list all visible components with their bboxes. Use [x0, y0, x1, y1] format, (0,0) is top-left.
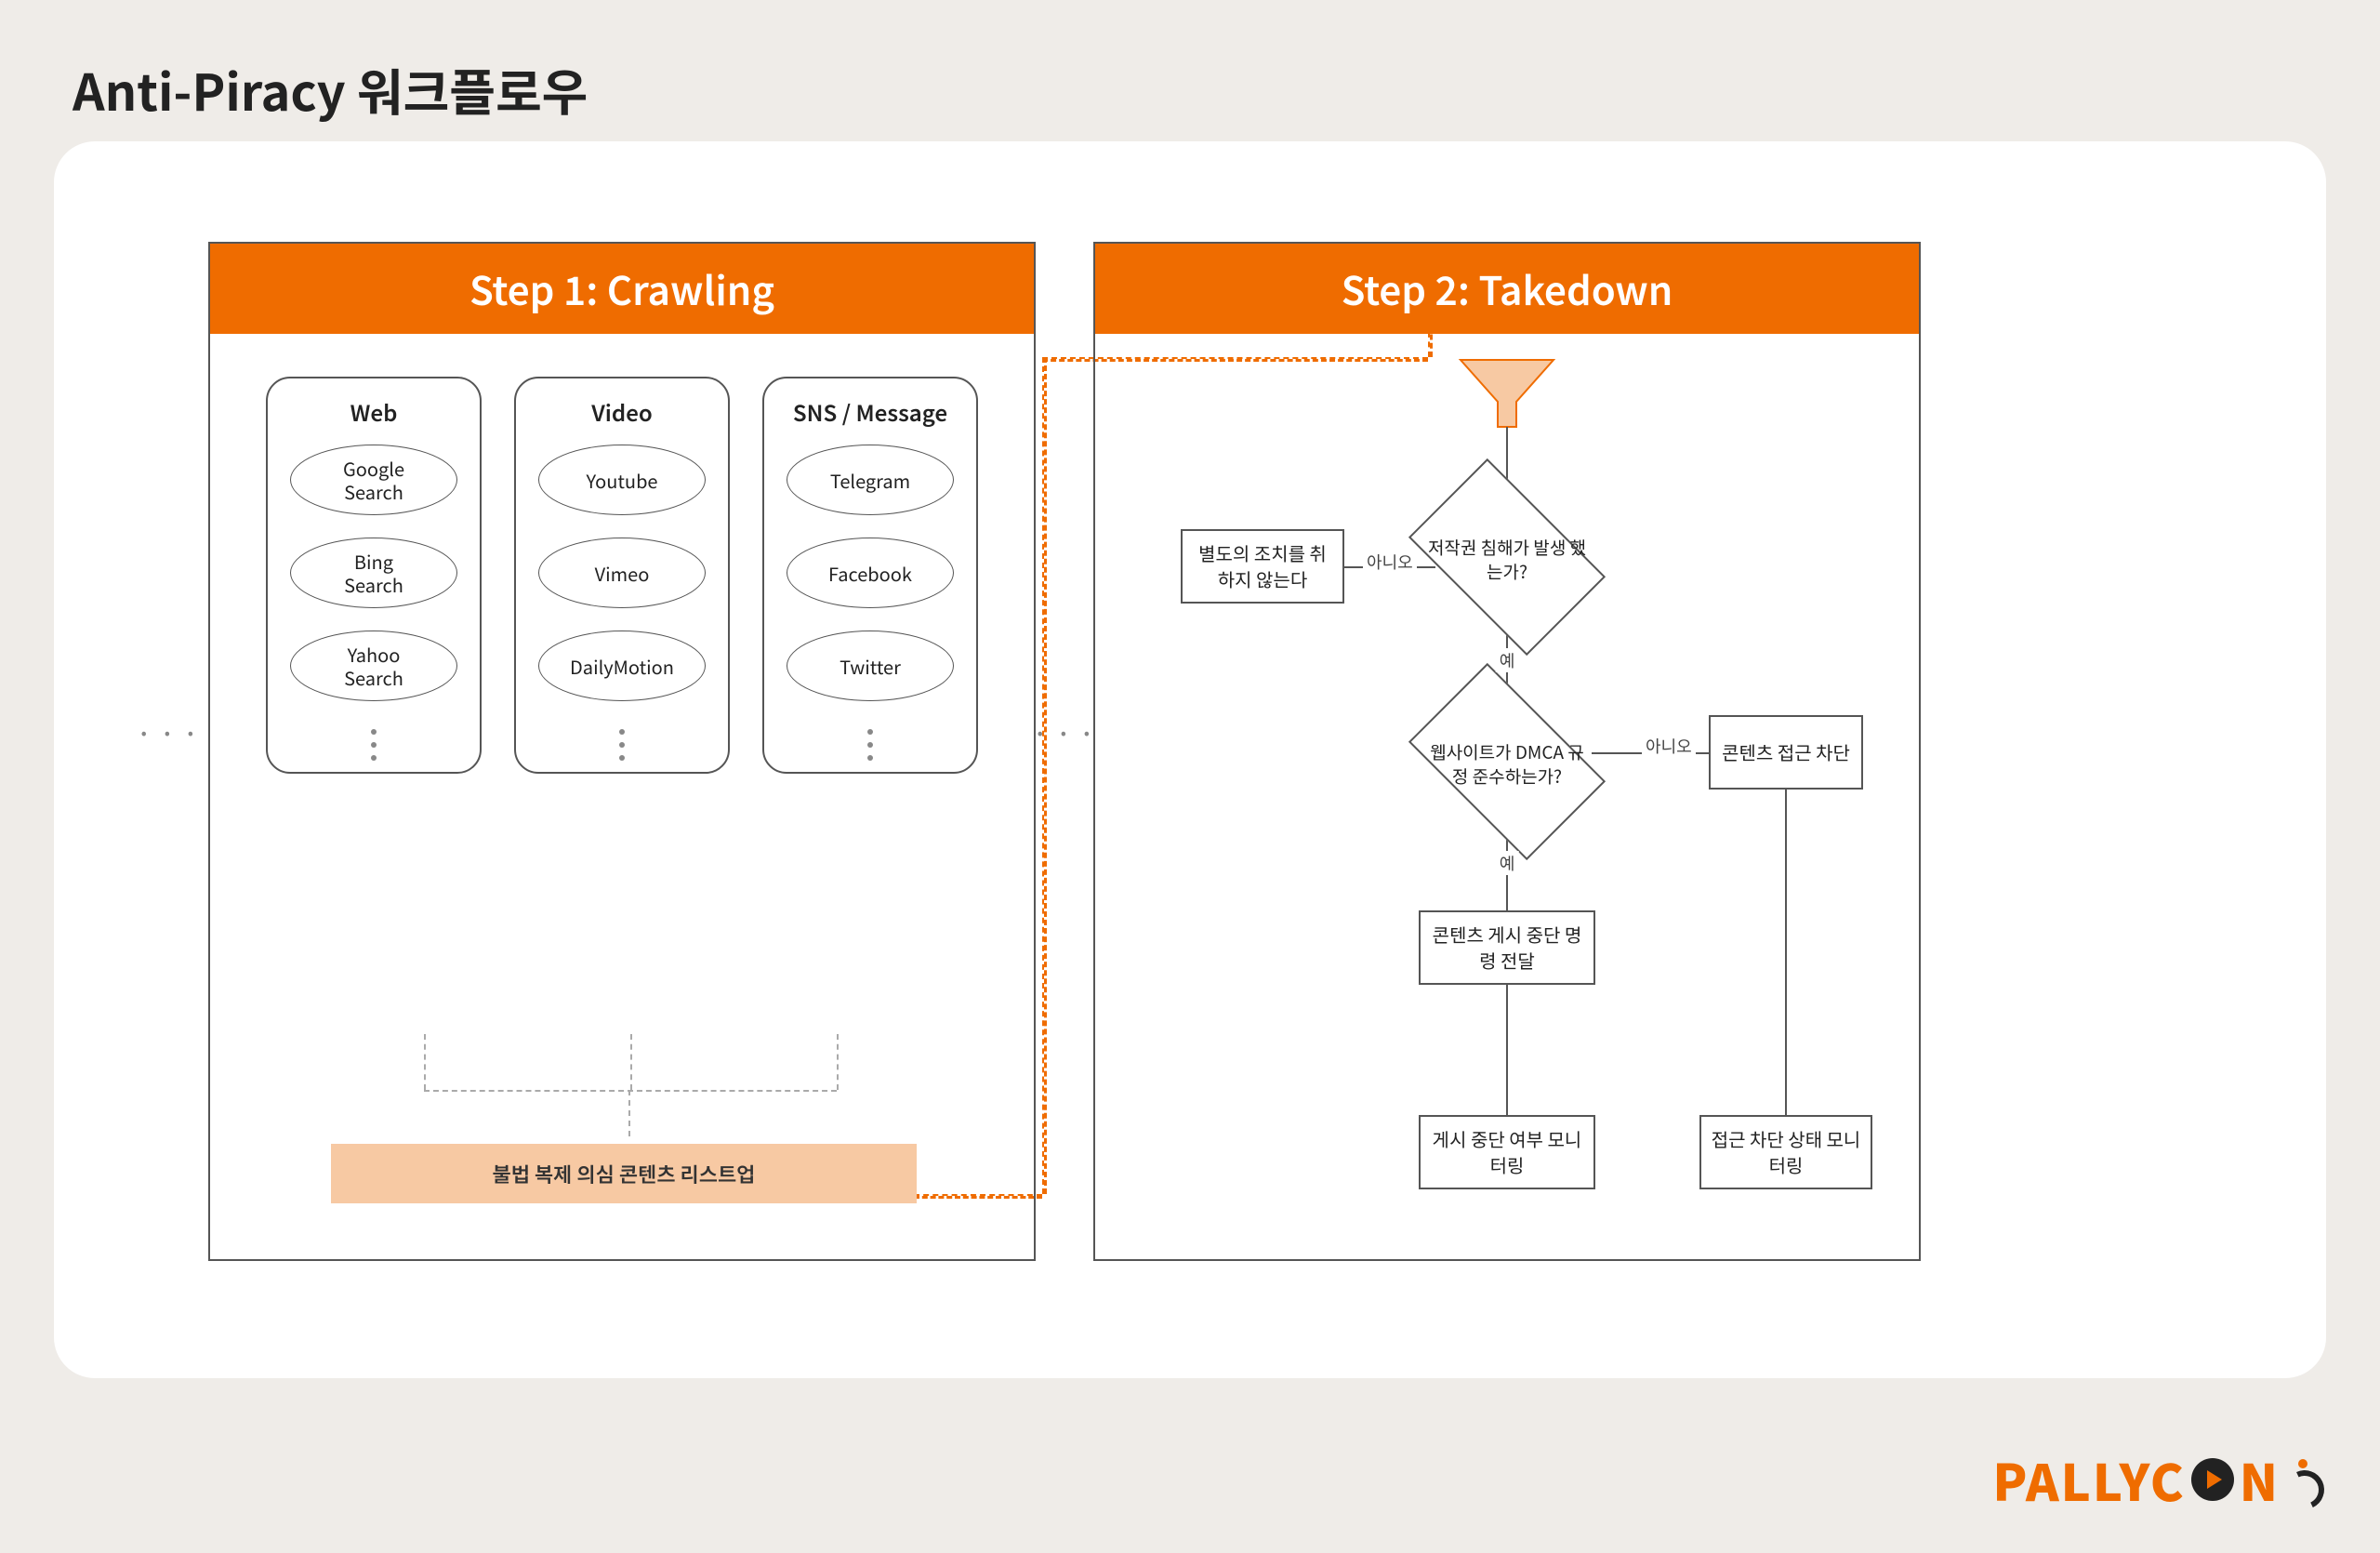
vertical-ellipsis-icon — [371, 729, 377, 761]
crawl-source: Telegram — [787, 445, 954, 515]
ellipsis-icon: . . . — [139, 699, 199, 745]
crawl-col-title: Web — [350, 395, 398, 428]
action-no-action: 별도의 조치를 취하지 않는다 — [1181, 529, 1344, 604]
crawl-source: Facebook — [787, 538, 954, 608]
step-1-panel: Step 1: Crawling Web Google Search Bing … — [208, 242, 1036, 1261]
decision-text: 저작권 침해가 발생 했는가? — [1423, 504, 1591, 616]
crawl-source: Yahoo Search — [290, 630, 457, 701]
action-monitor-takedown: 게시 중단 여부 모니터링 — [1419, 1115, 1595, 1189]
step-1-header: Step 1: Crawling — [210, 244, 1034, 334]
edge-label-yes: 예 — [1496, 851, 1519, 875]
crawl-col-title: Video — [591, 395, 653, 428]
crawl-col-title: SNS / Message — [793, 395, 947, 428]
crawl-col-video: Video Youtube Vimeo DailyMotion — [514, 377, 730, 774]
vertical-ellipsis-icon — [867, 729, 873, 761]
workflow-card: . . . . . . Step 1: Crawling Web Google … — [54, 141, 2326, 1378]
edge-label-yes: 예 — [1496, 648, 1519, 672]
decision-dmca: 웹사이트가 DMCA 규정 준수하는가? — [1408, 663, 1606, 860]
decision-text: 웹사이트가 DMCA 규정 준수하는가? — [1423, 709, 1591, 820]
edge-label-no: 아니오 — [1642, 734, 1696, 758]
action-monitor-block: 접근 차단 상태 모니터링 — [1699, 1115, 1872, 1189]
crawl-col-sns: SNS / Message Telegram Facebook Twitter — [762, 377, 978, 774]
brand-text: N — [2240, 1442, 2280, 1516]
swoosh-icon — [2285, 1457, 2320, 1502]
step-2-header: Step 2: Takedown — [1095, 244, 1919, 334]
listup-note: 불법 복제 의심 콘텐츠 리스트업 — [331, 1144, 917, 1203]
crawl-source: DailyMotion — [538, 630, 706, 701]
vertical-ellipsis-icon — [619, 729, 625, 761]
crawl-col-web: Web Google Search Bing Search Yahoo Sear… — [266, 377, 482, 774]
decision-copyright: 저작권 침해가 발생 했는가? — [1408, 458, 1606, 656]
page-title: Anti-Piracy 워크플로우 — [73, 52, 588, 126]
crawl-source: Google Search — [290, 445, 457, 515]
action-takedown-order: 콘텐츠 게시 중단 명령 전달 — [1419, 910, 1595, 985]
edge-label-no: 아니오 — [1363, 550, 1417, 574]
action-block-access: 콘텐츠 접근 차단 — [1709, 715, 1863, 790]
connector-dashed — [1042, 357, 1047, 1194]
funnel-icon — [1451, 351, 1563, 434]
flow-area: 저작권 침해가 발생 했는가? 웹사이트가 DMCA 규정 준수하는가? 아니오… — [1095, 334, 1919, 1273]
step-2-panel: Step 2: Takedown 저작권 침해가 발생 했는가? 웹사이트가 D… — [1093, 242, 1921, 1261]
crawl-source: Vimeo — [538, 538, 706, 608]
brand-text: PALLYC — [1992, 1442, 2185, 1516]
play-icon — [2191, 1458, 2234, 1501]
crawl-source: Bing Search — [290, 538, 457, 608]
brand-logo: PALLYC N — [1992, 1442, 2320, 1516]
crawl-source: Youtube — [538, 445, 706, 515]
crawl-source: Twitter — [787, 630, 954, 701]
